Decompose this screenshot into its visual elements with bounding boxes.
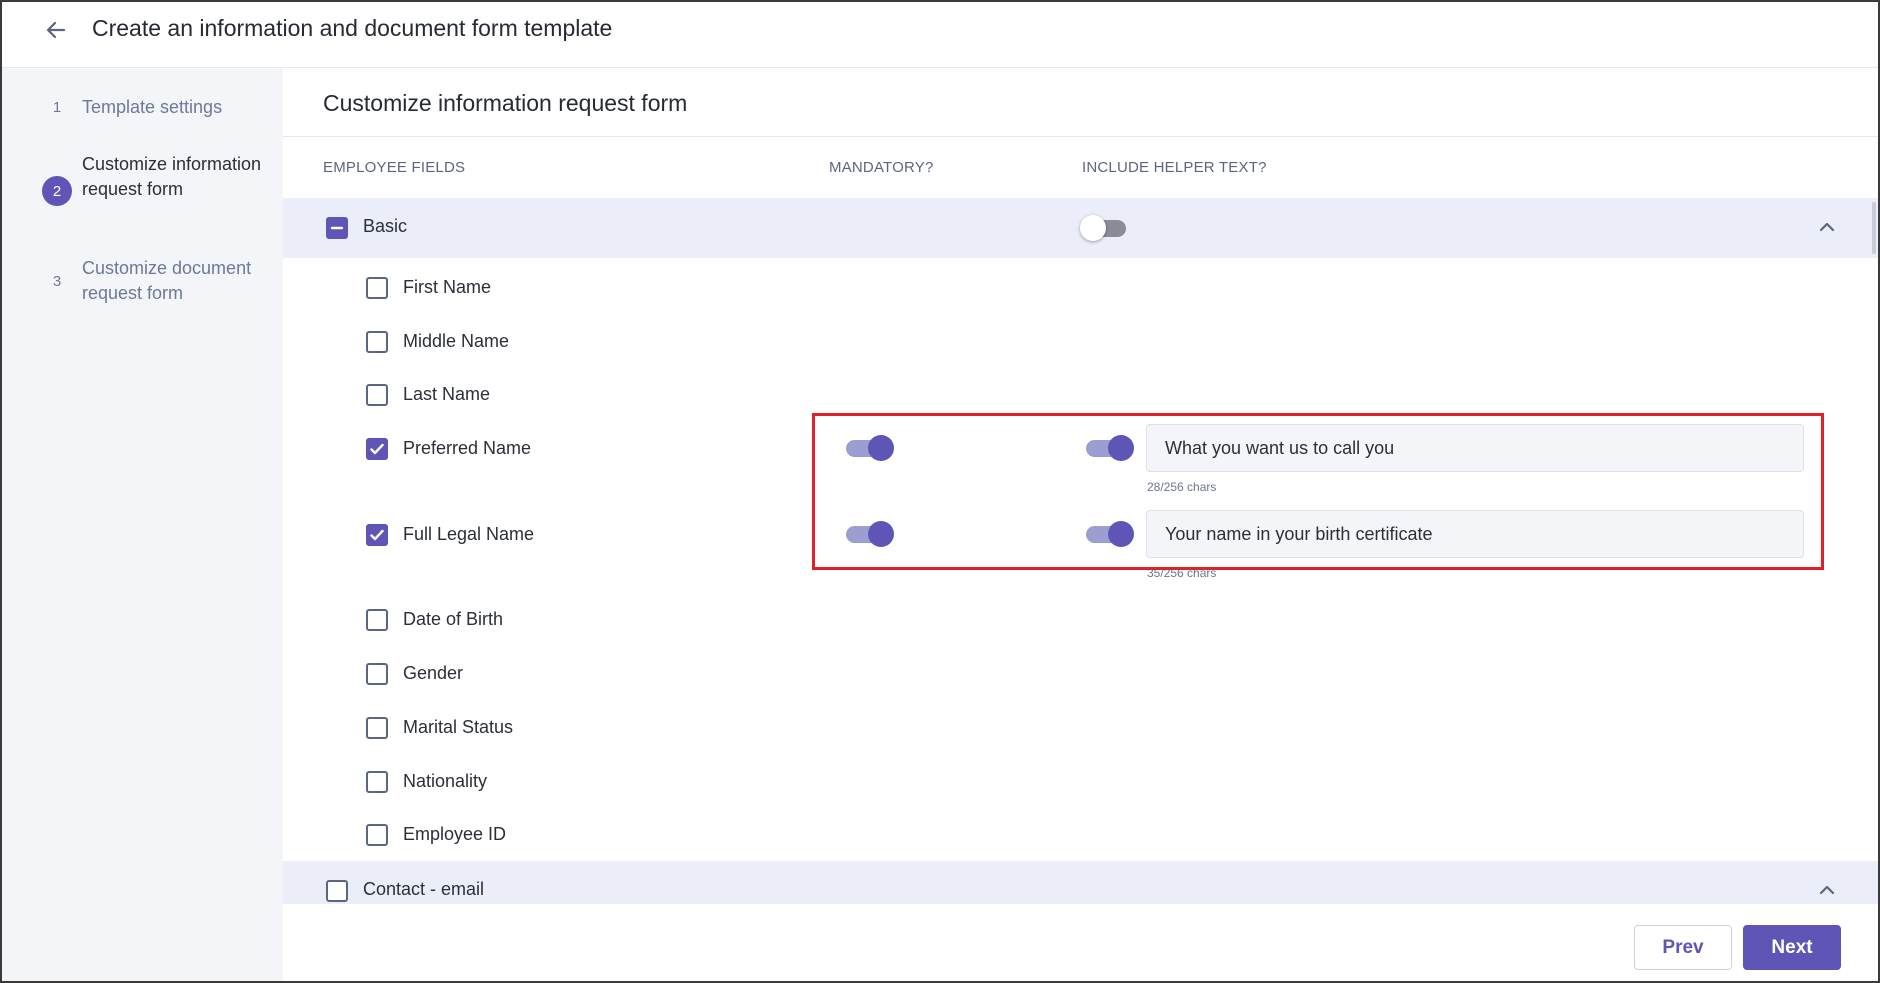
step-number-active: 2 [42, 176, 72, 206]
step-number: 3 [52, 272, 62, 290]
step-label: Customize information request form [82, 154, 262, 199]
field-checkbox[interactable] [366, 609, 388, 631]
step-template-settings[interactable]: 1 Template settings [2, 92, 283, 132]
group-title: Basic [363, 216, 408, 236]
step-label: Customize document request form [82, 258, 252, 303]
section-title: Customize information request form [323, 90, 688, 116]
steps-sidebar: 1 Template settings 2 Customize informat… [2, 68, 283, 981]
column-header-helper-text: INCLUDE HELPER TEXT? [1082, 159, 1267, 176]
main-content: Customize information request form EMPLO… [283, 68, 1878, 981]
field-row: Gender [283, 654, 1083, 694]
field-checkbox[interactable] [366, 824, 388, 846]
step-label: Template settings [82, 97, 223, 117]
field-label: Middle Name [403, 331, 510, 351]
field-checkbox-checked[interactable] [366, 524, 388, 546]
field-row: First Name [283, 268, 1083, 308]
step-customize-information[interactable]: 2 Customize information request form [2, 152, 283, 232]
field-checkbox[interactable] [366, 384, 388, 406]
top-bar: Create an information and document form … [2, 2, 1878, 68]
field-checkbox[interactable] [366, 277, 388, 299]
field-label: Marital Status [403, 717, 514, 737]
scrollbar[interactable] [1872, 202, 1876, 254]
field-label: Last Name [403, 384, 491, 404]
field-label: Gender [403, 663, 464, 683]
helper-text-toggle-basic[interactable] [1080, 213, 1130, 243]
group-title: Contact - email [363, 879, 485, 899]
field-label: Full Legal Name [403, 524, 535, 544]
toggle-knob [1080, 215, 1106, 241]
field-checkbox[interactable] [366, 663, 388, 685]
field-checkbox-checked[interactable] [366, 438, 388, 460]
field-row: Nationality [283, 762, 1083, 802]
prev-button[interactable]: Prev [1634, 925, 1732, 970]
step-customize-document[interactable]: 3 Customize document request form [2, 256, 283, 312]
back-arrow-icon[interactable] [40, 14, 72, 46]
field-row: Middle Name [283, 322, 1083, 362]
column-header-mandatory: MANDATORY? [829, 159, 934, 176]
app-frame: Create an information and document form … [0, 0, 1880, 983]
step-number: 1 [52, 98, 62, 116]
group-row-basic: Basic [283, 198, 1878, 258]
group-checkbox-basic[interactable] [326, 217, 348, 239]
field-label: First Name [403, 277, 492, 297]
chevron-up-icon[interactable] [1816, 216, 1838, 238]
column-header-employee-fields: EMPLOYEE FIELDS [323, 159, 466, 176]
field-checkbox[interactable] [366, 771, 388, 793]
field-checkbox[interactable] [366, 717, 388, 739]
next-button[interactable]: Next [1743, 925, 1841, 970]
field-label: Date of Birth [403, 609, 504, 629]
highlight-box [812, 413, 1824, 570]
field-row: Date of Birth [283, 600, 1083, 640]
field-label: Employee ID [403, 824, 507, 844]
field-checkbox[interactable] [366, 331, 388, 353]
chevron-up-icon[interactable] [1816, 879, 1838, 901]
page-title: Create an information and document form … [92, 15, 613, 41]
field-label: Nationality [403, 771, 488, 791]
group-checkbox-contact-email[interactable] [326, 880, 348, 902]
field-label: Preferred Name [403, 438, 532, 458]
field-row: Last Name [283, 375, 1083, 415]
field-row: Marital Status [283, 708, 1083, 748]
field-row: Employee ID [283, 815, 1083, 855]
divider [283, 136, 1878, 137]
